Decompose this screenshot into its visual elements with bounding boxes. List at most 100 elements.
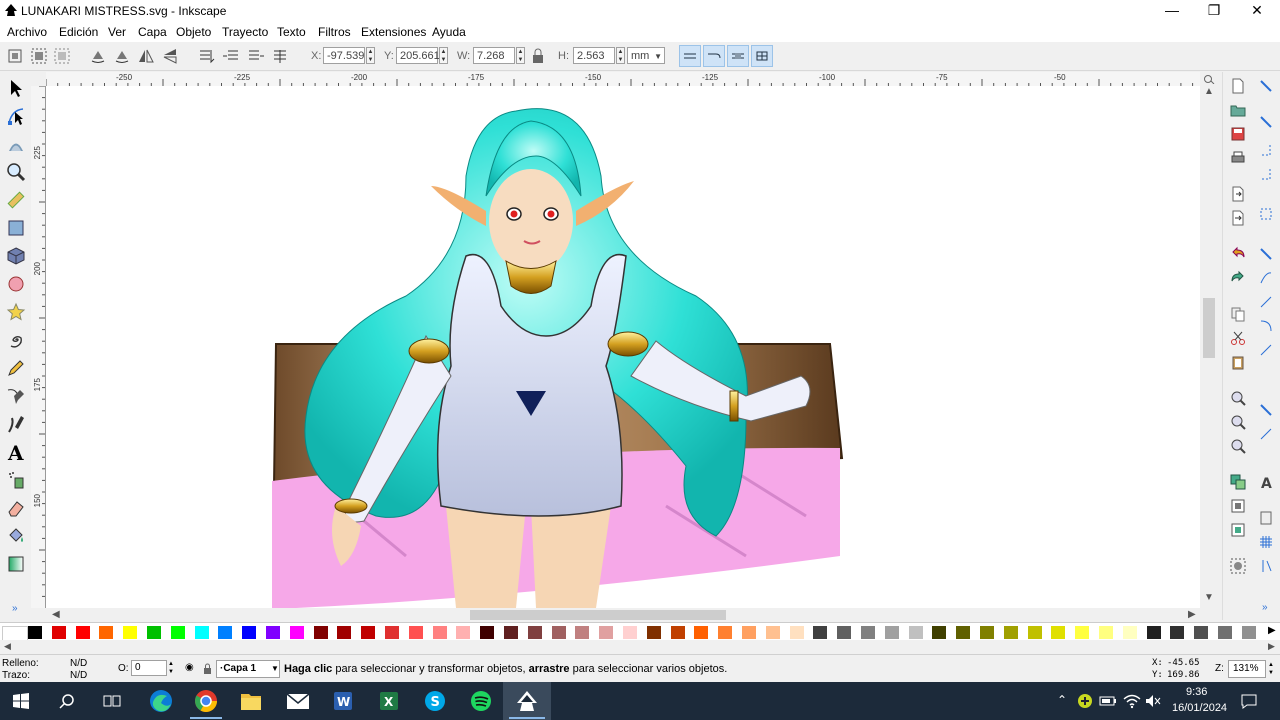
color-palette[interactable]: ▶ bbox=[0, 622, 1280, 641]
x-field[interactable]: -97.539 bbox=[323, 47, 365, 64]
spray-tool-icon[interactable] bbox=[6, 470, 26, 490]
color-swatch[interactable] bbox=[1146, 626, 1161, 639]
color-swatch[interactable] bbox=[884, 626, 899, 639]
layer-select[interactable]: ·Capa 1 ▼ bbox=[216, 660, 280, 678]
zoom-field[interactable]: 131% bbox=[1228, 660, 1266, 678]
menu-edicion[interactable]: Edición bbox=[59, 25, 98, 39]
gradient-tool-icon[interactable] bbox=[6, 554, 26, 574]
3d-box-tool-icon[interactable] bbox=[6, 246, 26, 266]
color-swatch[interactable] bbox=[956, 626, 971, 639]
color-swatch[interactable] bbox=[742, 626, 756, 639]
duplicate-icon[interactable] bbox=[1230, 474, 1246, 490]
color-swatch[interactable] bbox=[1099, 626, 1113, 639]
menu-ayuda[interactable]: Ayuda bbox=[432, 25, 466, 39]
flip-vertical-icon[interactable] bbox=[161, 47, 179, 65]
snap-nodes-icon[interactable] bbox=[1258, 206, 1274, 222]
color-swatch[interactable] bbox=[385, 626, 399, 639]
tray-chevron-up-icon[interactable]: ⌃ bbox=[1057, 693, 1067, 707]
color-swatch[interactable] bbox=[337, 626, 352, 639]
color-swatch[interactable] bbox=[123, 626, 138, 639]
rectangle-tool-icon[interactable] bbox=[6, 218, 26, 238]
opacity-stepper[interactable]: ▲ ▼ bbox=[168, 660, 174, 676]
maximize-button[interactable]: ❐ bbox=[1193, 0, 1235, 22]
snap-midpoint-icon[interactable] bbox=[1258, 342, 1274, 358]
w-field[interactable]: 7.268 bbox=[473, 47, 515, 64]
fill-value[interactable]: N/D bbox=[70, 658, 87, 669]
export-icon[interactable] bbox=[1230, 210, 1246, 226]
color-swatch[interactable] bbox=[908, 626, 923, 639]
pencil-tool-icon[interactable] bbox=[6, 358, 26, 378]
color-swatch[interactable] bbox=[313, 626, 328, 639]
copy-icon[interactable] bbox=[1230, 306, 1246, 322]
search-icon[interactable] bbox=[59, 693, 75, 709]
scroll-left-icon[interactable]: ◀ bbox=[52, 609, 60, 620]
ellipse-tool-icon[interactable] bbox=[6, 274, 26, 294]
menu-capa[interactable]: Capa bbox=[138, 25, 167, 39]
horizontal-scrollbar[interactable]: ◀ ▶ bbox=[46, 608, 1218, 622]
menu-filtros[interactable]: Filtros bbox=[318, 25, 351, 39]
unit-select[interactable]: mm ▼ bbox=[627, 47, 665, 64]
edge-browser-icon[interactable] bbox=[143, 686, 179, 716]
lower-to-bottom-icon[interactable] bbox=[197, 47, 215, 65]
file-explorer-icon[interactable] bbox=[233, 686, 269, 716]
clock-date[interactable]: 16/01/2024 bbox=[1172, 702, 1227, 714]
h-stepper[interactable]: ▲ ▼ bbox=[616, 47, 625, 64]
menu-texto[interactable]: Texto bbox=[277, 25, 306, 39]
scroll-right-icon[interactable]: ▶ bbox=[1188, 609, 1196, 620]
menu-extensiones[interactable]: Extensiones bbox=[361, 25, 426, 39]
snap-guide-icon[interactable] bbox=[1258, 558, 1274, 574]
excel-icon[interactable]: X bbox=[371, 686, 407, 716]
snap-grid-icon[interactable] bbox=[1258, 534, 1274, 550]
color-swatch[interactable] bbox=[361, 626, 376, 639]
color-swatch[interactable] bbox=[504, 626, 518, 639]
new-document-icon[interactable] bbox=[1230, 78, 1246, 94]
color-swatch[interactable] bbox=[289, 626, 304, 639]
snap-toggle-icon[interactable] bbox=[1258, 78, 1274, 94]
color-swatch[interactable] bbox=[28, 626, 42, 639]
color-swatch[interactable] bbox=[980, 626, 994, 639]
palette-scroll-left-icon[interactable]: ◀ bbox=[4, 641, 11, 652]
color-swatch[interactable] bbox=[242, 626, 257, 639]
snap-edges-icon[interactable] bbox=[1258, 142, 1274, 158]
color-swatch[interactable] bbox=[575, 626, 590, 639]
save-icon[interactable] bbox=[1230, 126, 1246, 142]
color-swatch[interactable] bbox=[480, 626, 495, 639]
color-swatch[interactable] bbox=[1027, 626, 1042, 639]
move-gradients-toggle[interactable] bbox=[727, 45, 749, 67]
menu-archivo[interactable]: Archivo bbox=[7, 25, 47, 39]
star-tool-icon[interactable] bbox=[6, 302, 26, 322]
color-swatch[interactable] bbox=[1194, 626, 1209, 639]
snap-cusp-icon[interactable] bbox=[1258, 294, 1274, 310]
task-view-icon[interactable] bbox=[103, 693, 121, 709]
color-swatch[interactable] bbox=[408, 626, 423, 639]
open-folder-icon[interactable] bbox=[1230, 102, 1246, 118]
pen-tool-icon[interactable] bbox=[6, 386, 26, 406]
scroll-up-icon[interactable]: ▲ bbox=[1204, 86, 1214, 97]
stroke-value[interactable]: N/D bbox=[70, 670, 87, 681]
text-tool-icon[interactable]: A bbox=[6, 442, 26, 462]
color-swatch[interactable] bbox=[789, 626, 804, 639]
notifications-icon[interactable] bbox=[1241, 693, 1257, 709]
zoom-stepper[interactable]: ▲ ▼ bbox=[1268, 661, 1274, 677]
flip-horizontal-icon[interactable] bbox=[137, 47, 155, 65]
vertical-scroll-thumb[interactable] bbox=[1203, 298, 1215, 358]
raise-to-top-icon[interactable] bbox=[271, 47, 289, 65]
inkscape-task-icon[interactable] bbox=[509, 686, 545, 716]
snap-page-icon[interactable] bbox=[1258, 510, 1274, 526]
color-swatch[interactable] bbox=[718, 626, 733, 639]
color-swatch[interactable] bbox=[1051, 626, 1066, 639]
horizontal-ruler[interactable]: -250 -225 -200 -175 -150 -125 -100 -75 -… bbox=[46, 72, 1200, 87]
palette-scrollbar[interactable]: ◀ ▶ bbox=[0, 640, 1280, 654]
mail-icon[interactable] bbox=[280, 686, 316, 716]
snap-corners-icon[interactable] bbox=[1258, 166, 1274, 182]
snap-bbox-icon[interactable] bbox=[1258, 114, 1274, 130]
menu-trayecto[interactable]: Trayecto bbox=[222, 25, 268, 39]
skype-icon[interactable]: S bbox=[417, 686, 453, 716]
y-field[interactable]: 205.661 bbox=[396, 47, 440, 64]
zoom-page-icon[interactable] bbox=[1230, 438, 1246, 454]
layer-lock-icon[interactable] bbox=[203, 663, 212, 674]
redo-icon[interactable] bbox=[1230, 270, 1246, 286]
snap-text-icon[interactable]: A bbox=[1258, 474, 1274, 490]
unlink-clone-icon[interactable] bbox=[1230, 522, 1246, 538]
node-tool-icon[interactable] bbox=[6, 106, 26, 126]
